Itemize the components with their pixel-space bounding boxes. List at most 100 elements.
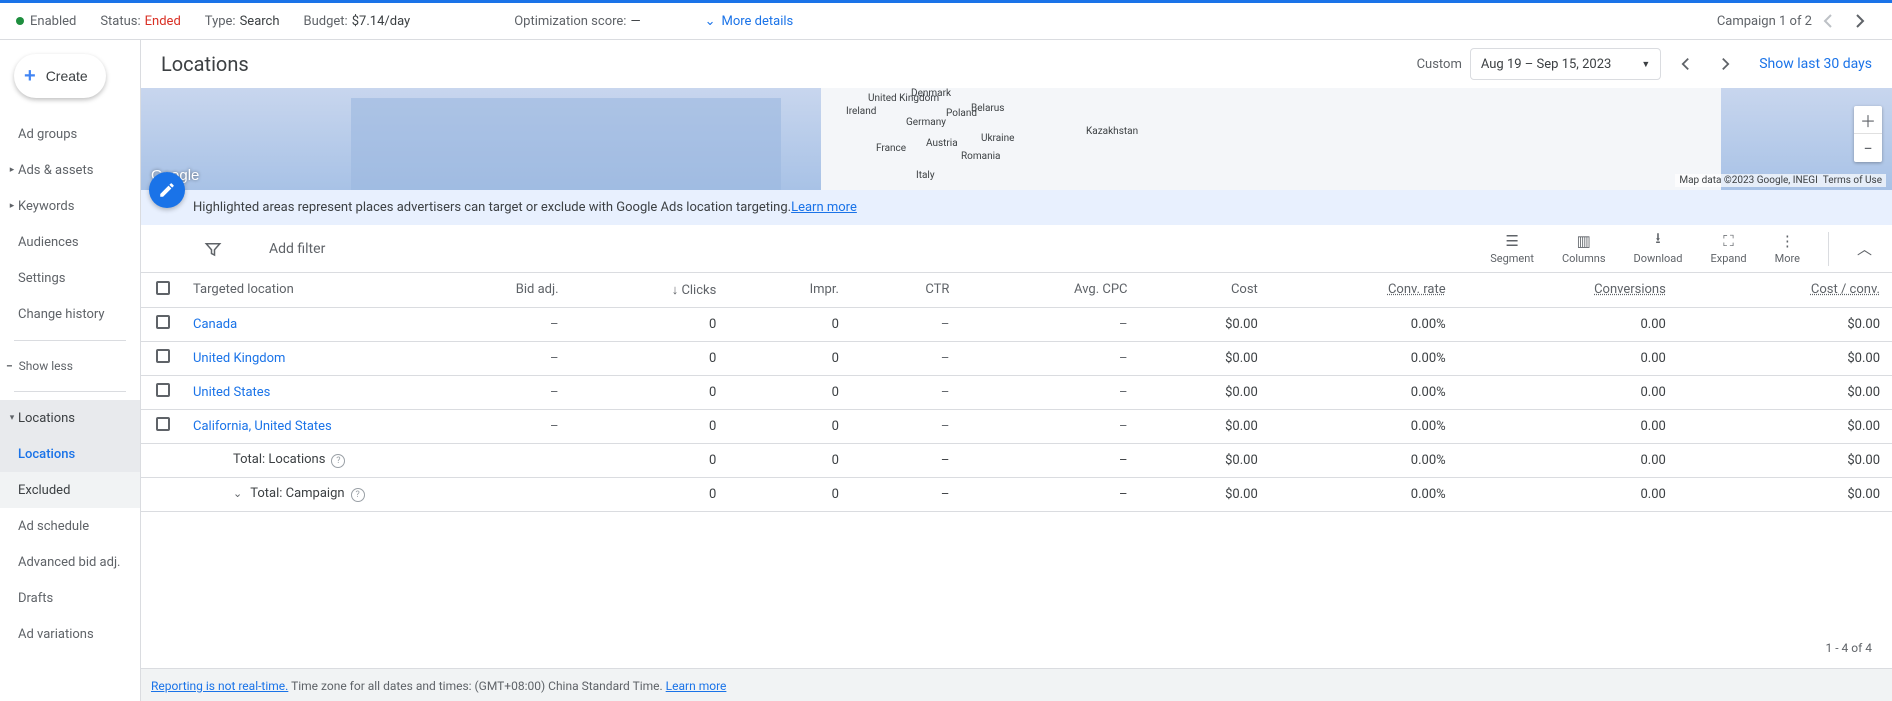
campaign-prev-button[interactable] xyxy=(1812,5,1844,37)
sidebar-item-adv-bid-adj[interactable]: Advanced bid adj. xyxy=(0,544,140,580)
cell-impr: 0 xyxy=(728,307,851,341)
location-link[interactable]: California, United States xyxy=(193,419,332,434)
expand-icon: ⛶ xyxy=(1723,233,1734,249)
map-zoom-out-button[interactable]: − xyxy=(1854,134,1882,162)
map-zoom-control: ＋ − xyxy=(1854,106,1882,162)
col-bid-adj[interactable]: Bid adj. xyxy=(417,273,571,307)
more-button[interactable]: ⋮More xyxy=(1775,233,1800,265)
reporting-realtime-link[interactable]: Reporting is not real-time. xyxy=(151,679,288,693)
cell-bid: – xyxy=(417,375,571,409)
date-next-button[interactable] xyxy=(1709,48,1741,80)
sidebar: + Create Ad groups ▸Ads & assets ▸Keywor… xyxy=(0,40,141,701)
world-map[interactable]: Ireland United Kingdom Denmark Germany P… xyxy=(141,88,1892,190)
sidebar-item-audiences[interactable]: Audiences xyxy=(0,224,140,260)
cell-avgcpc: – xyxy=(961,375,1139,409)
download-icon: ⭳ xyxy=(1655,233,1660,249)
chevron-down-icon: ⌄ xyxy=(705,14,716,29)
col-clicks[interactable]: ↓ Clicks xyxy=(571,273,729,307)
cell-cost: $0.00 xyxy=(1140,409,1270,443)
caret-down-icon: ▾ xyxy=(6,413,18,423)
col-conversions[interactable]: Conversions xyxy=(1458,273,1678,307)
opt-score: Optimization score:— xyxy=(514,14,640,29)
columns-button[interactable]: ▥Columns xyxy=(1562,233,1606,265)
more-details-toggle[interactable]: ⌄ More details xyxy=(705,14,794,29)
sidebar-group-locations[interactable]: ▾Locations xyxy=(0,400,140,436)
select-all-checkbox[interactable] xyxy=(156,281,170,295)
map-zoom-in-button[interactable]: ＋ xyxy=(1854,106,1882,134)
col-cost[interactable]: Cost xyxy=(1140,273,1270,307)
cell-ctr: – xyxy=(851,375,961,409)
add-filter-button[interactable]: Add filter xyxy=(269,241,325,257)
cell-costconv: $0.00 xyxy=(1678,409,1892,443)
locations-table: Targeted location Bid adj. ↓ Clicks Impr… xyxy=(141,273,1892,512)
help-icon[interactable]: ? xyxy=(351,488,365,502)
plus-icon: + xyxy=(24,65,36,88)
sidebar-item-excluded[interactable]: Excluded xyxy=(0,472,140,508)
row-checkbox[interactable] xyxy=(156,315,170,329)
filter-icon[interactable] xyxy=(201,237,225,261)
cell-avgcpc: – xyxy=(961,409,1139,443)
row-checkbox[interactable] xyxy=(156,417,170,431)
col-cost-conv[interactable]: Cost / conv. xyxy=(1678,273,1892,307)
cell-conversions: 0.00 xyxy=(1458,409,1678,443)
sidebar-item-settings[interactable]: Settings xyxy=(0,260,140,296)
table-pager: 1 - 4 of 4 xyxy=(141,628,1892,668)
cell-cost: $0.00 xyxy=(1140,375,1270,409)
pencil-icon xyxy=(158,181,176,199)
learn-more-link[interactable]: Learn more xyxy=(791,200,857,215)
location-link[interactable]: Canada xyxy=(193,317,237,332)
page-title: Locations xyxy=(161,52,1417,76)
sidebar-item-ad-variations[interactable]: Ad variations xyxy=(0,616,140,652)
daterange-picker[interactable]: Aug 19 – Sep 15, 2023 ▼ xyxy=(1470,48,1661,80)
col-conv-rate[interactable]: Conv. rate xyxy=(1270,273,1458,307)
edit-fab-button[interactable] xyxy=(149,172,185,208)
cell-ctr: – xyxy=(851,341,961,375)
expand-button[interactable]: ⛶Expand xyxy=(1710,233,1746,265)
cell-avgcpc: – xyxy=(961,341,1139,375)
cell-avgcpc: – xyxy=(961,307,1139,341)
table-row: Canada – 0 0 – – $0.00 0.00% 0.00 $0.00 xyxy=(141,307,1892,341)
location-link[interactable]: United States xyxy=(193,385,270,400)
daterange-preset-label: Custom xyxy=(1417,57,1462,72)
location-link[interactable]: United Kingdom xyxy=(193,351,285,366)
cell-impr: 0 xyxy=(728,375,851,409)
cell-costconv: $0.00 xyxy=(1678,307,1892,341)
row-checkbox[interactable] xyxy=(156,383,170,397)
collapse-panel-button[interactable]: ︿ xyxy=(1857,238,1872,259)
sidebar-item-change-history[interactable]: Change history xyxy=(0,296,140,332)
caret-right-icon: ▸ xyxy=(6,201,18,211)
last-30-days-link[interactable]: Show last 30 days xyxy=(1759,56,1872,72)
cell-clicks: 0 xyxy=(571,375,729,409)
sidebar-item-ad-schedule[interactable]: Ad schedule xyxy=(0,508,140,544)
cell-bid: – xyxy=(417,307,571,341)
sidebar-item-keywords[interactable]: ▸Keywords xyxy=(0,188,140,224)
show-less-toggle[interactable]: −Show less xyxy=(0,349,140,383)
date-prev-button[interactable] xyxy=(1669,48,1701,80)
cell-conversions: 0.00 xyxy=(1458,341,1678,375)
download-button[interactable]: ⭳Download xyxy=(1634,233,1683,265)
footnote-learn-more-link[interactable]: Learn more xyxy=(666,679,727,693)
cell-ctr: – xyxy=(851,307,961,341)
cell-bid: – xyxy=(417,409,571,443)
budget: Budget:$7.14/day xyxy=(304,14,411,29)
more-vert-icon: ⋮ xyxy=(1780,233,1795,249)
cell-clicks: 0 xyxy=(571,409,729,443)
cell-convrate: 0.00% xyxy=(1270,307,1458,341)
sidebar-item-drafts[interactable]: Drafts xyxy=(0,580,140,616)
campaign-next-button[interactable] xyxy=(1844,5,1876,37)
col-targeted-location[interactable]: Targeted location xyxy=(185,273,417,307)
help-icon[interactable]: ? xyxy=(331,454,345,468)
segment-button[interactable]: ☰Segment xyxy=(1490,233,1534,265)
footnote: Reporting is not real-time. Time zone fo… xyxy=(141,668,1892,701)
expand-caret-icon[interactable]: ⌄ xyxy=(233,487,242,500)
sidebar-item-locations[interactable]: Locations xyxy=(0,436,140,472)
row-checkbox[interactable] xyxy=(156,349,170,363)
col-impr[interactable]: Impr. xyxy=(728,273,851,307)
col-avg-cpc[interactable]: Avg. CPC xyxy=(961,273,1139,307)
columns-icon: ▥ xyxy=(1577,233,1591,249)
col-ctr[interactable]: CTR xyxy=(851,273,961,307)
sidebar-item-ads-assets[interactable]: ▸Ads & assets xyxy=(0,152,140,188)
cell-clicks: 0 xyxy=(571,307,729,341)
sidebar-item-ad-groups[interactable]: Ad groups xyxy=(0,116,140,152)
create-button[interactable]: + Create xyxy=(14,54,106,98)
